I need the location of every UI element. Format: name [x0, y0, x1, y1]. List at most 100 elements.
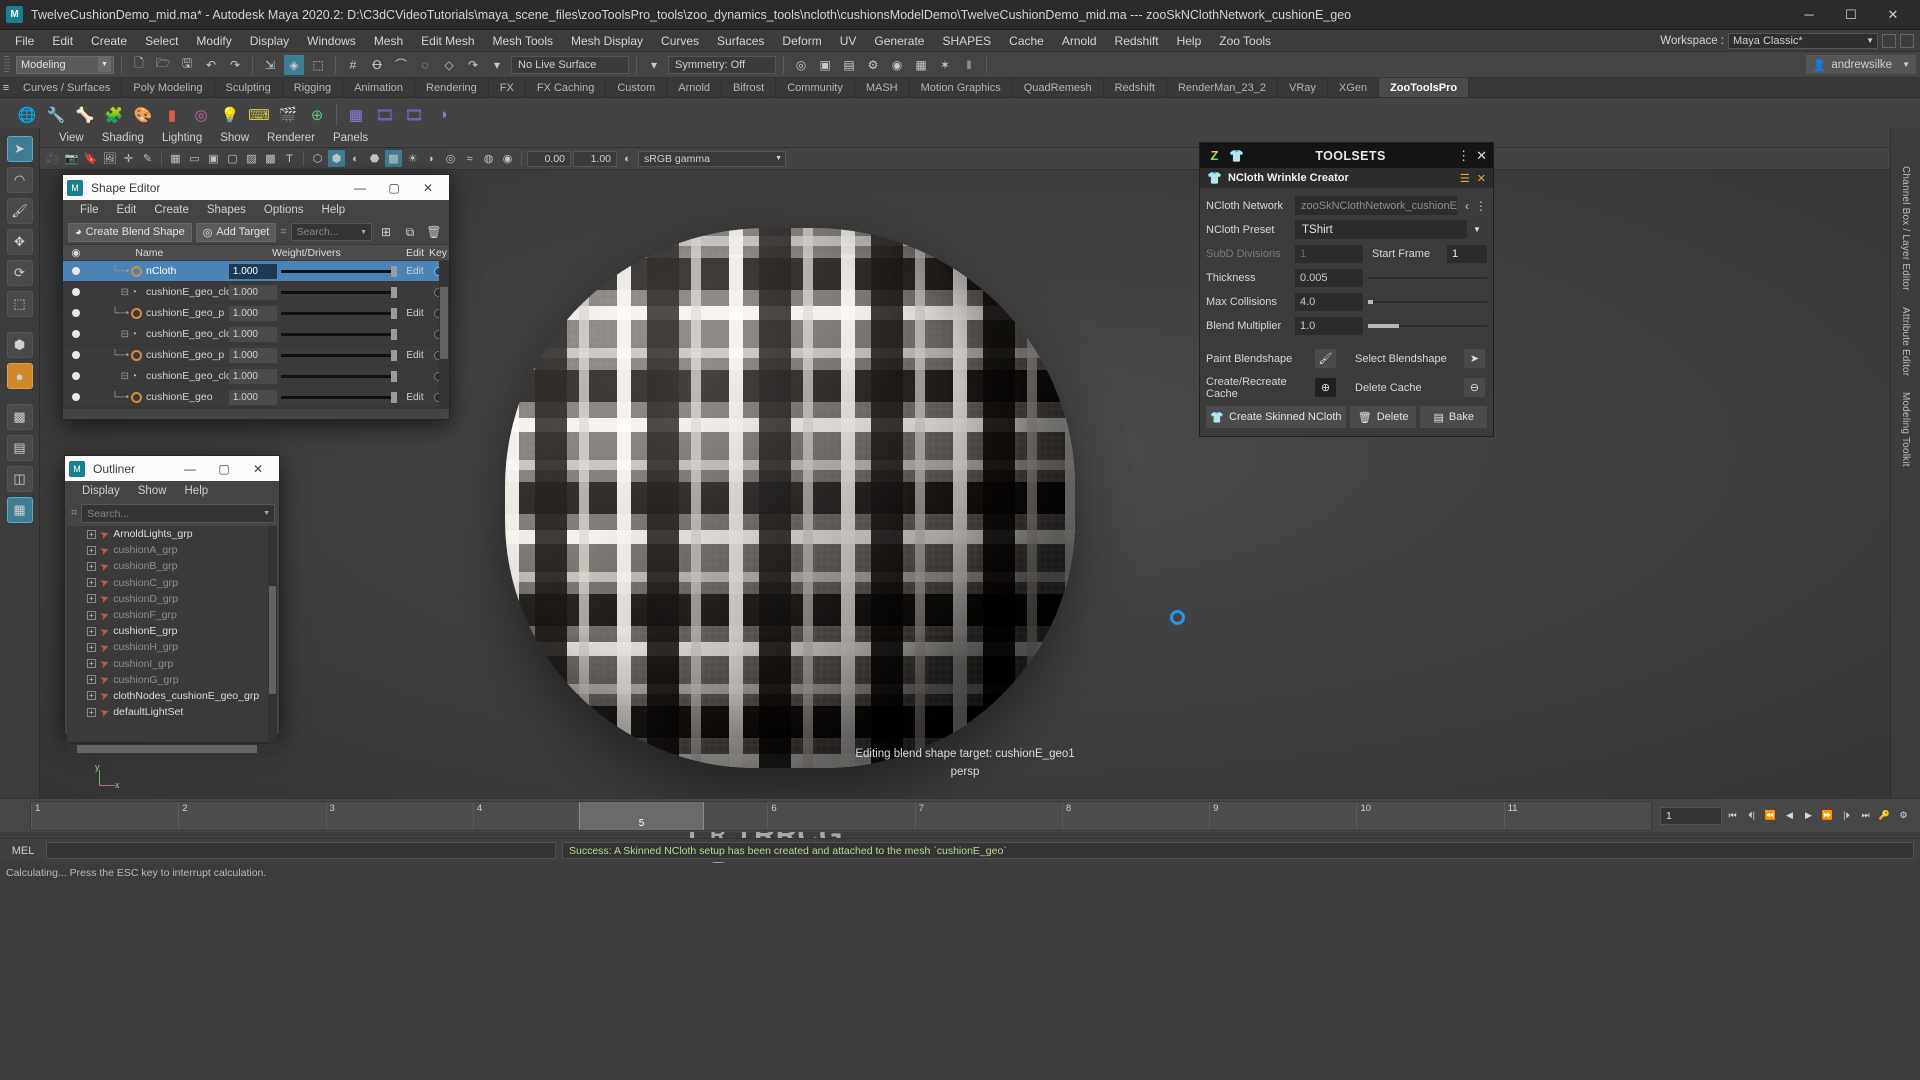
thickness-input[interactable]: 0.005: [1295, 269, 1363, 287]
list-item[interactable]: +➤cushionA_grp: [67, 542, 277, 558]
table-row[interactable]: ⊟◔cushionE_geo_cloth1.000: [63, 282, 449, 303]
expand-icon[interactable]: +: [87, 530, 96, 539]
workspace-select[interactable]: Maya Classic*▼: [1728, 33, 1878, 49]
close-button[interactable]: ✕: [411, 175, 445, 200]
shelf-tab-fx[interactable]: FX: [489, 78, 526, 97]
close-icon[interactable]: ✕: [1477, 172, 1486, 185]
camera-attributes-icon[interactable]: 📷: [63, 150, 80, 167]
table-row[interactable]: └─•cushionE_geo_p1.000Edit: [63, 303, 449, 324]
menu-surfaces[interactable]: Surfaces: [708, 30, 773, 52]
shelf-tab-quadremesh[interactable]: QuadRemesh: [1013, 78, 1104, 97]
time-slider-track[interactable]: 1110987654321 5: [30, 801, 1652, 831]
list-item[interactable]: +➤defaultLightSet: [67, 704, 277, 720]
wireframe-shading-icon[interactable]: ⬡: [309, 150, 326, 167]
expand-icon[interactable]: +: [87, 643, 96, 652]
max-collisions-input[interactable]: 4.0: [1295, 293, 1363, 311]
ao-icon[interactable]: ◎: [442, 150, 459, 167]
undo-icon[interactable]: ↶: [201, 55, 221, 75]
chevron-down-icon[interactable]: ▾: [487, 55, 507, 75]
maximize-button[interactable]: ☐: [1830, 1, 1872, 29]
go-to-start-icon[interactable]: ⏮: [1724, 807, 1741, 825]
snap-to-point-icon[interactable]: ⌒: [391, 55, 411, 75]
outliner-tree[interactable]: +➤ArnoldLights_grp+➤cushionA_grp+➤cushio…: [67, 526, 277, 742]
arrow-cursor-icon[interactable]: ➤: [1464, 349, 1485, 368]
shelf-tab-rigging[interactable]: Rigging: [283, 78, 343, 97]
target-weight-value[interactable]: 1.000: [229, 285, 277, 300]
pause-icon[interactable]: ‖: [959, 55, 979, 75]
viewport-menu-panels[interactable]: Panels: [324, 128, 377, 148]
step-back-key-icon[interactable]: ⏴|: [1743, 807, 1760, 825]
shelf-tab-fx-caching[interactable]: FX Caching: [526, 78, 606, 97]
target-weight-slider[interactable]: [281, 354, 397, 357]
textured-icon[interactable]: ▩: [385, 150, 402, 167]
create-blend-shape-button[interactable]: ◕ Create Blend Shape: [68, 223, 192, 242]
light-editor-icon[interactable]: ✶: [935, 55, 955, 75]
menu-mesh-tools[interactable]: Mesh Tools: [484, 30, 562, 52]
text-overlay-icon[interactable]: T: [281, 150, 298, 167]
open-file-icon[interactable]: 🗁: [153, 55, 173, 75]
right-tab-attribute-editor[interactable]: Attribute Editor: [1900, 299, 1911, 384]
menuset-selector[interactable]: Modeling ▼: [16, 56, 114, 74]
target-visibility-toggle[interactable]: [63, 351, 89, 359]
go-to-end-icon[interactable]: ⏭: [1857, 807, 1874, 825]
motion-blur-icon[interactable]: ≈: [461, 150, 478, 167]
target-visibility-toggle[interactable]: [63, 330, 89, 338]
expand-icon[interactable]: +: [87, 611, 96, 620]
plus-circle-icon[interactable]: ⊕: [1315, 378, 1336, 397]
universal-manipulator-tool[interactable]: ⬢: [7, 332, 33, 358]
grease-pencil-icon[interactable]: ✎: [139, 150, 156, 167]
shape-editor-menu-shapes[interactable]: Shapes: [198, 200, 255, 220]
render-settings-icon[interactable]: ⚙: [863, 55, 883, 75]
shelf-tab-community[interactable]: Community: [776, 78, 855, 97]
shelf-tab-bifrost[interactable]: Bifrost: [722, 78, 776, 97]
collapse-icon[interactable]: ☰: [1460, 172, 1470, 185]
list-item[interactable]: +➤cushionE_grp: [67, 623, 277, 639]
auto-key-icon[interactable]: 🔑: [1876, 807, 1893, 825]
shape-editor-menu-file[interactable]: File: [71, 200, 108, 220]
view-transform-selector[interactable]: sRGB gamma ▼: [638, 151, 786, 167]
outliner-vertical-scrollbar[interactable]: [268, 526, 277, 742]
outliner-menu-show[interactable]: Show: [129, 481, 176, 501]
target-weight-slider[interactable]: [281, 291, 397, 294]
target-visibility-toggle[interactable]: [63, 372, 89, 380]
zoo-shader-icon[interactable]: 🎨: [130, 102, 156, 128]
expand-icon[interactable]: +: [87, 546, 96, 555]
snap-to-view-plane-icon[interactable]: ◇: [439, 55, 459, 75]
wireframe-on-shaded-icon[interactable]: ⬣: [366, 150, 383, 167]
smooth-shade-all-icon[interactable]: ⬢: [328, 150, 345, 167]
list-item[interactable]: +➤cushionF_grp: [67, 607, 277, 623]
move-tool[interactable]: ✥: [7, 229, 33, 255]
resolution-gate-icon[interactable]: ▣: [205, 150, 222, 167]
symmetry-field[interactable]: Symmetry: Off: [668, 56, 776, 74]
viewport-menu-show[interactable]: Show: [211, 128, 258, 148]
menu-help[interactable]: Help: [1168, 30, 1211, 52]
current-time-indicator[interactable]: 5: [579, 802, 704, 830]
ncloth-network-value[interactable]: zooSkNClothNetwork_cushionE_geo: [1295, 196, 1457, 215]
image-plane-icon[interactable]: 🖼: [101, 150, 118, 167]
target-weight-value[interactable]: 1.000: [229, 264, 277, 279]
film-gate-icon[interactable]: ▭: [186, 150, 203, 167]
target-visibility-toggle[interactable]: [63, 393, 89, 401]
viewport-menu-lighting[interactable]: Lighting: [153, 128, 211, 148]
menu-arnold[interactable]: Arnold: [1053, 30, 1106, 52]
menu-create[interactable]: Create: [82, 30, 136, 52]
maximize-button[interactable]: ▢: [207, 456, 241, 481]
thickness-slider[interactable]: [1368, 270, 1487, 286]
zoo-transform-icon[interactable]: ⊕: [304, 102, 330, 128]
target-weight-slider[interactable]: [281, 333, 397, 336]
close-button[interactable]: ✕: [241, 456, 275, 481]
menu-uv[interactable]: UV: [831, 30, 866, 52]
menu-mesh[interactable]: Mesh: [365, 30, 412, 52]
close-button[interactable]: ✕: [1872, 1, 1914, 29]
paint-select-tool[interactable]: 🖌: [7, 198, 33, 224]
table-row[interactable]: ⊟◔cushionE_geo_cloth1.000: [63, 324, 449, 345]
zoo-light-icon[interactable]: 💡: [217, 102, 243, 128]
zoo-hotkey-icon[interactable]: ⌨: [246, 102, 272, 128]
shelf-tab-curves-surfaces[interactable]: Curves / Surfaces: [12, 78, 122, 97]
zoo-skeleton-icon[interactable]: 🦴: [72, 102, 98, 128]
add-group-icon[interactable]: ⊞: [376, 222, 396, 242]
create-skinned-ncloth-button[interactable]: 👕 Create Skinned NCloth: [1206, 406, 1346, 428]
zoo-color-icon[interactable]: ▮: [159, 102, 185, 128]
gate-mask-icon[interactable]: ▢: [224, 150, 241, 167]
step-forward-key-icon[interactable]: |⏵: [1838, 807, 1855, 825]
